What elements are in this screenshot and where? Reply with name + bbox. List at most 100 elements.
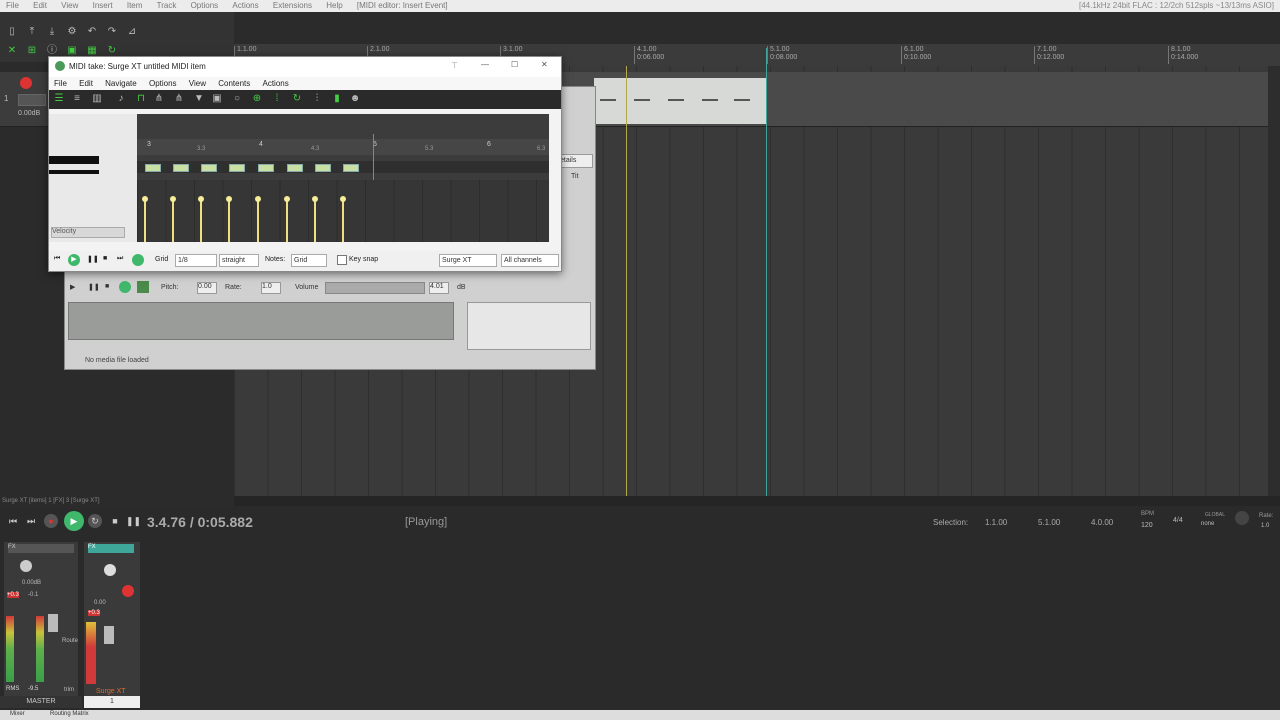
track-automation-button[interactable] — [18, 94, 46, 106]
media-tempo-match-icon[interactable] — [137, 281, 149, 293]
play-icon[interactable]: ▶ — [64, 511, 84, 531]
open-project-icon[interactable]: ⤒ — [26, 26, 38, 38]
selection-end[interactable]: 5.1.00 — [1038, 518, 1060, 527]
record-arm-button[interactable] — [20, 77, 32, 89]
piano-roll-ruler[interactable]: 3 3.3 4 4.3 5 5.3 6 6.3 — [137, 139, 549, 155]
midi-input-icon[interactable]: ⊓ — [135, 93, 147, 105]
redo-icon[interactable]: ↷ — [106, 26, 118, 38]
master-trim-button[interactable]: trim — [64, 687, 74, 693]
midi-menu-file[interactable]: File — [49, 77, 72, 88]
midi-stop-icon[interactable]: ■ — [103, 255, 107, 262]
tab-mixer[interactable]: Mixer — [10, 711, 25, 717]
vertical-scrollbar[interactable] — [1268, 66, 1280, 496]
menu-file[interactable]: File — [0, 0, 25, 10]
menu-extensions[interactable]: Extensions — [267, 0, 318, 10]
grid-toggle-icon[interactable]: ⁞ — [271, 93, 283, 105]
master-fx-button[interactable]: FX — [8, 544, 74, 553]
midi-item[interactable] — [594, 78, 766, 124]
media-pause-icon[interactable]: ❚❚ — [88, 283, 100, 291]
pause-icon[interactable]: ❚❚ — [126, 514, 141, 528]
settings-icon[interactable]: ⚙ — [66, 26, 78, 38]
track-fx-button[interactable]: FX — [88, 544, 134, 553]
search-icon[interactable]: ○ — [231, 93, 243, 105]
rate-value[interactable]: 1.0 — [1261, 523, 1269, 529]
midi-note[interactable] — [258, 164, 274, 172]
notes-select[interactable]: Grid — [291, 254, 327, 267]
midi-pause-icon[interactable]: ❚❚ — [87, 255, 99, 263]
global-value[interactable]: none — [1201, 521, 1214, 527]
midi-loop-icon[interactable] — [132, 254, 144, 266]
midi-menu-edit[interactable]: Edit — [74, 77, 98, 88]
master-fader[interactable] — [48, 614, 58, 632]
midi-note[interactable] — [173, 164, 189, 172]
channel-select[interactable]: All channels — [501, 254, 559, 267]
master-route-button[interactable]: Route — [62, 638, 78, 644]
midi-note[interactable] — [315, 164, 331, 172]
velocity-bar[interactable] — [142, 196, 148, 242]
named-notes-view-icon[interactable]: ≡ — [71, 93, 83, 105]
midi-play-icon[interactable]: ▶ — [68, 254, 80, 266]
rate-knob[interactable] — [1235, 511, 1249, 525]
piano-roll[interactable]: 3 3.3 4 4.3 5 5.3 6 6.3 — [137, 114, 549, 242]
midi-menu-navigate[interactable]: Navigate — [100, 77, 142, 88]
black-key[interactable] — [49, 156, 99, 164]
humanize-icon[interactable]: ⋔ — [173, 93, 185, 105]
midi-note[interactable] — [145, 164, 161, 172]
piano-roll-view-icon[interactable]: ☰ — [53, 93, 65, 105]
menu-view[interactable]: View — [55, 0, 84, 10]
note-color-icon[interactable]: ▮ — [331, 93, 343, 105]
media-file-list[interactable] — [68, 302, 454, 340]
grid-snap-icon[interactable]: ⊞ — [26, 45, 38, 57]
bpm-value[interactable]: 120 — [1141, 522, 1153, 529]
velocity-icon[interactable]: ⫶ — [311, 93, 323, 105]
record-icon[interactable]: ● — [44, 514, 58, 528]
track-record-arm-icon[interactable] — [122, 585, 134, 597]
menu-item[interactable]: Item — [121, 0, 149, 10]
velocity-bar[interactable] — [198, 196, 204, 242]
note-icon[interactable]: ♪ — [115, 93, 127, 105]
midi-menu-actions[interactable]: Actions — [257, 77, 293, 88]
tab-routing-matrix[interactable]: Routing Matrix — [50, 711, 89, 717]
save-project-icon[interactable]: ⤓ — [46, 26, 58, 38]
midi-note[interactable] — [229, 164, 245, 172]
timecode-display[interactable]: 3.4.76 / 0:05.882 — [147, 514, 253, 530]
note-lane[interactable] — [137, 161, 549, 173]
midi-note[interactable] — [343, 164, 359, 172]
pitch-value[interactable]: 0.00 — [197, 282, 217, 294]
media-play-icon[interactable]: ▶ — [70, 283, 75, 291]
track-pan-knob[interactable] — [104, 564, 116, 576]
velocity-bar[interactable] — [284, 196, 290, 242]
midi-menu-options[interactable]: Options — [144, 77, 182, 88]
velocity-bar[interactable] — [255, 196, 261, 242]
selection-start[interactable]: 1.1.00 — [985, 518, 1007, 527]
media-loop-icon[interactable] — [119, 281, 131, 293]
midi-forward-icon[interactable]: ⏭ — [117, 255, 123, 263]
quantize-icon[interactable]: ⋔ — [153, 93, 165, 105]
instrument-select[interactable]: Surge XT — [439, 254, 497, 267]
black-key[interactable] — [49, 170, 99, 174]
undo-icon[interactable]: ↶ — [86, 26, 98, 38]
details-dropdown[interactable]: etails — [559, 154, 593, 168]
rate-value[interactable]: 1.0 — [261, 282, 281, 294]
pin-icon[interactable]: ⊤ — [451, 61, 458, 70]
menu-help[interactable]: Help — [320, 0, 348, 10]
menu-insert[interactable]: Insert — [87, 0, 119, 10]
step-input-icon[interactable]: ⊕ — [251, 93, 263, 105]
volume-value[interactable]: 4.01 — [429, 282, 449, 294]
ripple-icon[interactable]: ✕ — [6, 45, 18, 57]
track-fader[interactable] — [104, 626, 114, 644]
metronome-icon[interactable]: ⊿ — [126, 26, 138, 38]
chase-icon[interactable]: ☻ — [349, 93, 361, 105]
list-view-icon[interactable]: ▣ — [211, 93, 223, 105]
velocity-bar[interactable] — [170, 196, 176, 242]
minimize-icon[interactable]: — — [481, 60, 489, 69]
new-project-icon[interactable]: ▯ — [6, 26, 18, 38]
velocity-lane-label[interactable]: Velocity — [51, 227, 125, 238]
velocity-bar[interactable] — [312, 196, 318, 242]
velocity-lane[interactable] — [137, 180, 549, 242]
midi-rewind-icon[interactable]: ⏮ — [54, 255, 60, 263]
close-icon[interactable]: ✕ — [541, 60, 548, 69]
midi-note[interactable] — [287, 164, 303, 172]
master-pan-knob[interactable] — [20, 560, 32, 572]
menu-actions[interactable]: Actions — [226, 0, 264, 10]
